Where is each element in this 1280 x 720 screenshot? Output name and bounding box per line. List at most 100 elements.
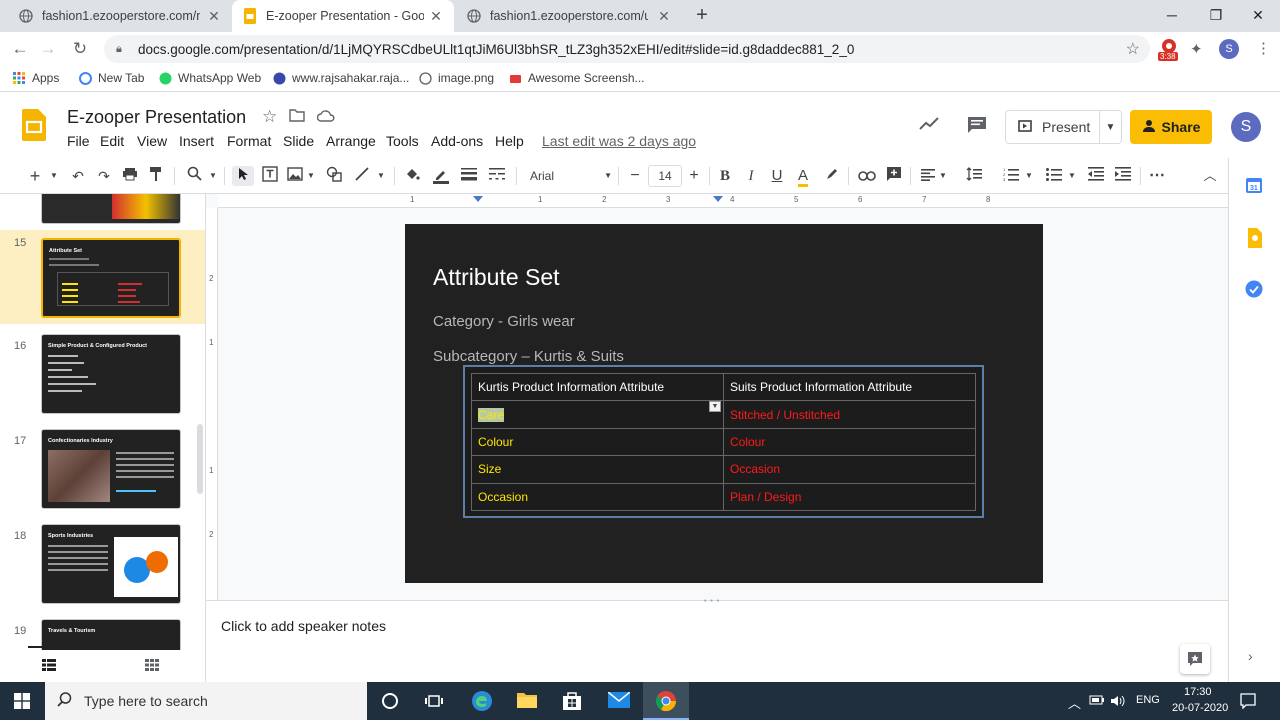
menu-help[interactable]: Help [495, 133, 524, 149]
extension-timer-icon[interactable]: 3:38 [1158, 38, 1180, 62]
slide-title[interactable]: Attribute Set [433, 264, 560, 291]
bookmark-apps[interactable]: Apps [12, 71, 59, 85]
slide-thumbnail-row[interactable] [0, 194, 200, 224]
menu-slide[interactable]: Slide [283, 133, 314, 149]
filmstrip-view-icon[interactable] [42, 658, 56, 676]
slide-subcategory-text[interactable]: Subcategory – Kurtis & Suits [433, 348, 624, 365]
increase-font-size-button[interactable]: + [684, 166, 704, 186]
taskbar-search-box[interactable]: Type here to search [45, 682, 367, 720]
browser-tab-user[interactable]: fashion1.ezooperstore.com/user/ ✕ [456, 0, 682, 32]
decrease-font-size-button[interactable]: − [625, 166, 645, 186]
print-icon[interactable] [120, 166, 140, 186]
user-avatar[interactable]: S [1231, 112, 1261, 142]
slides-logo-icon[interactable] [22, 109, 46, 146]
notes-resize-handle[interactable]: • • • [704, 598, 720, 605]
align-icon[interactable] [918, 166, 938, 186]
menu-file[interactable]: File [67, 133, 90, 149]
paint-format-icon[interactable] [146, 166, 166, 186]
table-cell-selected[interactable]: Care ▼ [471, 400, 724, 429]
show-side-panel-icon[interactable]: › [1248, 648, 1253, 664]
undo-icon[interactable]: ↶ [68, 166, 88, 186]
insert-link-icon[interactable] [857, 166, 877, 186]
shape-icon[interactable] [324, 166, 344, 186]
new-slide-dropdown-icon[interactable]: ▼ [48, 166, 60, 186]
present-dropdown-icon[interactable]: ▼ [1099, 110, 1121, 144]
volume-icon[interactable] [1110, 694, 1126, 711]
browser-tab-slides[interactable]: E-zooper Presentation - Google S ✕ [232, 0, 454, 32]
table-cell[interactable]: Size [471, 455, 724, 484]
table-cell[interactable]: Plan / Design [723, 482, 976, 511]
border-weight-icon[interactable] [458, 166, 480, 186]
indent-marker-icon[interactable] [473, 196, 483, 202]
zoom-dropdown-icon[interactable]: ▼ [207, 166, 219, 186]
comments-icon[interactable] [967, 116, 987, 139]
image-dropdown-icon[interactable]: ▼ [305, 166, 317, 186]
align-dropdown-icon[interactable]: ▼ [937, 166, 949, 186]
line-spacing-icon[interactable] [964, 166, 984, 186]
browser-profile-avatar[interactable]: S [1219, 39, 1239, 59]
browser-tab-admin[interactable]: fashion1.ezooperstore.com/mana ✕ [8, 0, 232, 32]
more-options-icon[interactable]: ⋯ [1147, 166, 1167, 186]
font-family-select[interactable]: Arial ▼ [522, 166, 614, 186]
share-button[interactable]: Share [1130, 110, 1212, 144]
star-icon[interactable]: ☆ [1126, 39, 1140, 59]
reload-button[interactable]: ↻ [68, 38, 92, 60]
menu-edit[interactable]: Edit [100, 133, 124, 149]
font-size-input[interactable]: 14 [648, 165, 682, 187]
back-button[interactable]: ← [8, 38, 32, 60]
select-cursor-icon[interactable] [232, 166, 254, 186]
activity-trend-icon[interactable] [919, 117, 939, 136]
bold-button[interactable]: B [715, 166, 735, 186]
cortana-icon[interactable] [381, 692, 399, 715]
slide[interactable]: Attribute Set Category - Girls wear Subc… [405, 224, 1043, 583]
underline-button[interactable]: U [767, 166, 787, 186]
slide-thumbnail[interactable]: Attribute Set [41, 238, 181, 318]
table-header-cell[interactable]: Suits Product Information Attribute [723, 372, 976, 402]
show-hidden-icons[interactable]: ︿ [1068, 693, 1081, 712]
table-header-cell[interactable]: Kurtis Product Information Attribute [471, 372, 724, 402]
slide-thumbnail[interactable]: Simple Product & Configured Product [41, 334, 181, 414]
numbered-list-icon[interactable]: 123 [1001, 166, 1021, 186]
edge-icon[interactable] [471, 690, 493, 717]
browser-menu-icon[interactable]: ⋮ [1256, 39, 1271, 57]
slide-thumbnail-row[interactable]: 17 Confectionaries Industry [0, 429, 200, 511]
slide-thumbnail[interactable]: Confectionaries Industry [41, 429, 181, 509]
grid-view-icon[interactable] [145, 658, 159, 676]
battery-icon[interactable] [1089, 694, 1105, 709]
slide-thumbnail[interactable]: Sports Industries [41, 524, 181, 604]
last-edit-link[interactable]: Last edit was 2 days ago [542, 133, 696, 149]
table-cell[interactable]: Colour [471, 427, 724, 457]
numbered-list-dropdown-icon[interactable]: ▼ [1023, 166, 1035, 186]
horizontal-ruler[interactable]: 1 1 2 3 4 5 6 7 8 [218, 194, 1228, 208]
minimize-button[interactable]: ─ [1150, 0, 1194, 30]
cloud-status-icon[interactable] [316, 109, 335, 127]
collapse-menus-icon[interactable]: ︿ [1200, 166, 1220, 186]
windows-start-icon[interactable] [14, 693, 30, 714]
tasks-icon[interactable] [1245, 280, 1263, 303]
slide-thumbnail-row[interactable]: 18 Sports Industries [0, 524, 200, 606]
table-cell[interactable]: Occasion [723, 455, 976, 484]
filmstrip-scrollbar[interactable] [197, 424, 203, 494]
bulleted-list-dropdown-icon[interactable]: ▼ [1066, 166, 1078, 186]
table-cell[interactable]: Colour [723, 427, 976, 457]
close-tab-icon[interactable]: ✕ [428, 8, 444, 25]
insert-comment-icon[interactable] [884, 166, 904, 186]
highlight-color-icon[interactable] [822, 166, 842, 186]
border-color-icon[interactable] [430, 166, 452, 186]
chrome-taskbar-button[interactable] [643, 682, 689, 720]
close-window-button[interactable]: ✕ [1236, 0, 1280, 30]
text-color-button[interactable]: A [793, 166, 813, 187]
italic-button[interactable]: I [741, 166, 761, 186]
border-dash-icon[interactable] [486, 166, 508, 186]
bookmark-whatsapp[interactable]: WhatsApp Web [158, 71, 261, 85]
task-view-icon[interactable] [425, 693, 443, 714]
new-slide-plus-icon[interactable]: + [26, 166, 44, 186]
extensions-puzzle-icon[interactable]: ✦ [1190, 40, 1203, 58]
document-title[interactable]: E-zooper Presentation [67, 107, 246, 128]
slide-thumbnail-row-selected[interactable]: 15 Attribute Set [0, 230, 205, 324]
menu-view[interactable]: View [137, 133, 167, 149]
image-icon[interactable] [286, 166, 304, 186]
explore-button[interactable] [1180, 644, 1210, 674]
file-explorer-icon[interactable] [516, 691, 538, 714]
address-bar[interactable]: 🔒︎ docs.google.com/presentation/d/1LjMQY… [104, 35, 1150, 63]
